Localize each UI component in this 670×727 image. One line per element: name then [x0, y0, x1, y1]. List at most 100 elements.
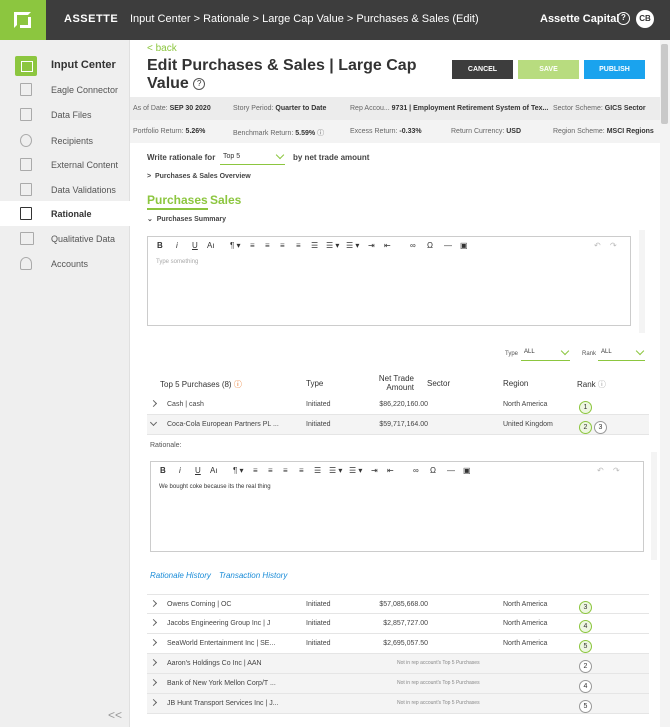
top-n-select[interactable]: Top 5	[220, 150, 285, 165]
sidebar-item-rationale[interactable]: Rationale	[0, 201, 130, 226]
sidebar-item-accounts[interactable]: Accounts	[0, 251, 130, 276]
align-left-button[interactable]: ≡	[250, 241, 255, 250]
rationale-text[interactable]: We bought coke because its the real thin…	[159, 484, 271, 490]
font-size-button[interactable]: Aı	[207, 241, 215, 250]
summary-scrollbar[interactable]	[639, 230, 645, 333]
align-right-button[interactable]: ≡	[283, 466, 288, 475]
image-button[interactable]: ▣	[460, 241, 468, 250]
page-scrollbar-thumb[interactable]	[661, 44, 668, 124]
chevron-down-icon[interactable]	[149, 418, 158, 427]
publish-button[interactable]: PUBLISH	[584, 60, 645, 79]
page-scrollbar[interactable]	[660, 40, 670, 727]
info-icon[interactable]: ?	[193, 77, 206, 90]
chevron-right-icon[interactable]	[149, 618, 158, 627]
sidebar-item-qualitative-data[interactable]: Qualitative Data	[0, 226, 130, 251]
rationale-history-link[interactable]: Rationale History	[150, 571, 211, 580]
outdent-button[interactable]: ⇤	[387, 466, 394, 475]
chevron-right-icon[interactable]	[149, 698, 158, 707]
bold-button[interactable]: B	[160, 466, 166, 475]
column-header-rank[interactable]: Rank ⓘ	[577, 379, 606, 390]
sidebar-item-eagle-connector[interactable]: Eagle Connector	[0, 77, 130, 102]
link-button[interactable]: ∞	[413, 466, 419, 475]
info-icon[interactable]: ⓘ	[598, 380, 606, 389]
type-filter-select[interactable]: ALL	[521, 346, 570, 361]
save-button[interactable]: SAVE	[518, 60, 579, 79]
avatar[interactable]: CB	[636, 10, 654, 28]
font-size-button[interactable]: Aı	[210, 466, 218, 475]
back-link[interactable]: < back	[147, 43, 177, 54]
summary-editor[interactable]: B i U Aı ¶ ▾ ≡ ≡ ≡ ≡ ☰ ☰ ▾ ☰ ▾ ⇥ ⇤ ∞ Ω —…	[147, 236, 631, 326]
justify-button[interactable]: ≡	[296, 241, 301, 250]
chevron-right-icon[interactable]	[149, 599, 158, 608]
sidebar-item-input-center[interactable]: Input Center	[0, 52, 130, 77]
rank-filter-select[interactable]: ALL	[598, 346, 645, 361]
link-button[interactable]: ∞	[410, 241, 416, 250]
transaction-history-link[interactable]: Transaction History	[219, 571, 287, 580]
image-button[interactable]: ▣	[463, 466, 471, 475]
indent-button[interactable]: ⇥	[371, 466, 378, 475]
overview-toggle[interactable]: > Purchases & Sales Overview	[147, 173, 251, 180]
undo-button[interactable]: ↶	[597, 466, 604, 475]
undo-button[interactable]: ↶	[594, 241, 601, 250]
list-style-button[interactable]: ☰ ▾	[349, 466, 362, 475]
align-right-button[interactable]: ≡	[280, 241, 285, 250]
paragraph-button[interactable]: ¶ ▾	[233, 466, 244, 475]
collapse-sidebar-button[interactable]: <<	[108, 708, 122, 722]
chevron-right-icon[interactable]	[149, 678, 158, 687]
org-name[interactable]: Assette Capital	[540, 13, 619, 25]
chevron-right-icon[interactable]	[149, 399, 158, 408]
sidebar-item-data-files[interactable]: Data Files	[0, 102, 130, 127]
align-center-button[interactable]: ≡	[268, 466, 273, 475]
sidebar-item-external-content[interactable]: External Content	[0, 152, 130, 177]
chevron-right-icon[interactable]	[149, 638, 158, 647]
summary-toggle[interactable]: ⌄ Purchases Summary	[147, 215, 226, 223]
bullet-list-button[interactable]: ☰	[311, 241, 318, 250]
rationale-scrollbar[interactable]	[651, 452, 657, 560]
table-row[interactable]: Cash | cash Initiated $86,220,160.00 Nor…	[147, 395, 649, 415]
align-left-button[interactable]: ≡	[253, 466, 258, 475]
column-header-type[interactable]: Type	[306, 379, 323, 388]
column-header-region[interactable]: Region	[503, 379, 528, 388]
table-row-expanded[interactable]: Coca-Cola European Partners PL ... Initi…	[147, 415, 649, 435]
list-style-button[interactable]: ☰ ▾	[346, 241, 359, 250]
chevron-right-icon[interactable]	[149, 658, 158, 667]
table-row[interactable]: Owens Corning | OC Initiated $57,085,668…	[147, 594, 649, 614]
underline-button[interactable]: U	[192, 241, 198, 250]
underline-button[interactable]: U	[195, 466, 201, 475]
column-header-sector[interactable]: Sector	[427, 379, 450, 388]
sidebar-item-data-validations[interactable]: Data Validations	[0, 177, 130, 202]
italic-button[interactable]: i	[179, 466, 181, 475]
assette-logo[interactable]	[0, 0, 46, 40]
horizontal-rule-button[interactable]: —	[447, 466, 455, 475]
table-row[interactable]: SeaWorld Entertainment Inc | SE... Initi…	[147, 634, 649, 654]
table-row[interactable]: Aaron's Holdings Co Inc | AAN Not in rep…	[147, 654, 649, 674]
redo-button[interactable]: ↷	[610, 241, 617, 250]
outdent-button[interactable]: ⇤	[384, 241, 391, 250]
bold-button[interactable]: B	[157, 241, 163, 250]
tab-purchases[interactable]: Purchases	[147, 193, 208, 210]
justify-button[interactable]: ≡	[299, 466, 304, 475]
table-row[interactable]: Jacobs Engineering Group Inc | J Initiat…	[147, 614, 649, 634]
numbered-list-button[interactable]: ☰ ▾	[329, 466, 342, 475]
paragraph-button[interactable]: ¶ ▾	[230, 241, 241, 250]
breadcrumb[interactable]: Input Center > Rationale > Large Cap Val…	[130, 13, 479, 25]
bullet-list-button[interactable]: ☰	[314, 466, 321, 475]
redo-button[interactable]: ↷	[613, 466, 620, 475]
column-header-net-trade[interactable]: Net Trade Amount	[362, 374, 414, 392]
numbered-list-button[interactable]: ☰ ▾	[326, 241, 339, 250]
special-char-button[interactable]: Ω	[427, 241, 433, 250]
sidebar-item-recipients[interactable]: Recipients	[0, 128, 130, 153]
italic-button[interactable]: i	[176, 241, 178, 250]
indent-button[interactable]: ⇥	[368, 241, 375, 250]
help-icon[interactable]: ?	[617, 12, 630, 25]
align-center-button[interactable]: ≡	[265, 241, 270, 250]
cancel-button[interactable]: CANCEL	[452, 60, 513, 79]
table-row[interactable]: Bank of New York Mellon Corp/T ... Not i…	[147, 674, 649, 694]
rationale-editor[interactable]: B i U Aı ¶ ▾ ≡ ≡ ≡ ≡ ☰ ☰ ▾ ☰ ▾ ⇥ ⇤ ∞ Ω —…	[150, 461, 644, 552]
warning-icon[interactable]: ⓘ	[234, 380, 242, 389]
column-header-name[interactable]: Top 5 Purchases (8) ⓘ	[160, 379, 242, 390]
horizontal-rule-button[interactable]: —	[444, 241, 452, 250]
info-icon[interactable]: ⓘ	[317, 130, 324, 137]
table-row[interactable]: JB Hunt Transport Services Inc | J... No…	[147, 694, 649, 714]
tab-sales[interactable]: Sales	[210, 193, 241, 207]
